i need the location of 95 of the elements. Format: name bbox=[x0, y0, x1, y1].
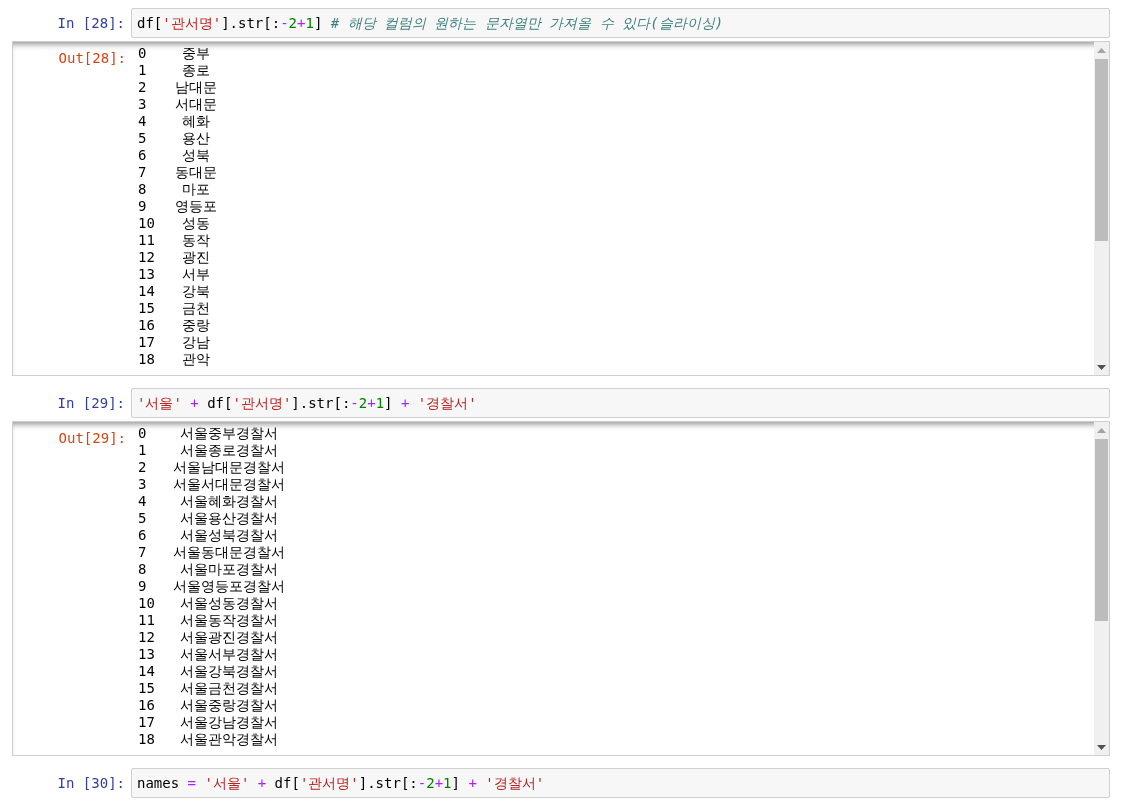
row-value: 서울광진경찰서 bbox=[179, 629, 279, 646]
row-value: 서울성동경찰서 bbox=[179, 595, 279, 612]
row-index: 17 bbox=[137, 334, 156, 351]
row-value: 중부 bbox=[181, 45, 211, 62]
code-line: df['관서명'].str[:-2+1] # 해당 컬럼의 원하는 문자열만 가져올 수 있다(슬라이싱) bbox=[137, 13, 724, 33]
input-prompt: In [28]: bbox=[57, 15, 125, 31]
output-prompt: Out[28]: bbox=[58, 50, 126, 66]
scroll-up-icon[interactable] bbox=[1097, 428, 1106, 433]
row-index: 14 bbox=[137, 663, 156, 680]
row-value: 서울혜화경찰서 bbox=[179, 493, 279, 510]
row-index: 8 bbox=[137, 561, 148, 578]
row-value: 동대문 bbox=[174, 164, 218, 181]
row-value: 서울영등포경찰서 bbox=[172, 578, 286, 595]
row-index: 11 bbox=[137, 612, 156, 629]
row-value: 강북 bbox=[181, 283, 211, 300]
row-index: 0 bbox=[137, 45, 148, 62]
row-index: 13 bbox=[137, 646, 156, 663]
row-value: 관악 bbox=[181, 351, 211, 368]
row-index: 6 bbox=[137, 147, 148, 164]
scrollbar-thumb[interactable] bbox=[1095, 439, 1108, 621]
row-index: 2 bbox=[137, 459, 148, 476]
code-line: names = '서울' + df['관서명'].str[:-2+1] + '경찰서' bbox=[137, 773, 545, 793]
row-value: 동작 bbox=[181, 232, 211, 249]
row-value: 서부 bbox=[181, 266, 211, 283]
row-index: 12 bbox=[137, 249, 156, 266]
scroll-down-icon[interactable] bbox=[1097, 365, 1106, 370]
row-index: 8 bbox=[137, 181, 148, 198]
row-value: 서울관악경찰서 bbox=[179, 731, 279, 748]
row-value: 서울강남경찰서 bbox=[179, 714, 279, 731]
row-value: 서울마포경찰서 bbox=[179, 561, 279, 578]
row-value: 광진 bbox=[181, 249, 211, 266]
row-value: 서울중부경찰서 bbox=[179, 425, 279, 442]
row-index: 11 bbox=[137, 232, 156, 249]
row-value: 서울강북경찰서 bbox=[179, 663, 279, 680]
row-index: 18 bbox=[137, 731, 156, 748]
row-value: 서울종로경찰서 bbox=[179, 442, 279, 459]
code-line: '서울' + df['관서명'].str[:-2+1] + '경찰서' bbox=[137, 393, 477, 413]
row-value: 용산 bbox=[181, 130, 211, 147]
row-value: 서대문 bbox=[174, 96, 218, 113]
scrollbar[interactable] bbox=[1094, 422, 1109, 755]
row-index: 9 bbox=[137, 578, 148, 595]
code-cell[interactable]: names = '서울' + df['관서명'].str[:-2+1] + '경찰서' bbox=[131, 768, 1110, 798]
row-value: 남대문 bbox=[174, 79, 218, 96]
row-value: 영등포 bbox=[174, 198, 218, 215]
row-index: 16 bbox=[137, 697, 156, 714]
row-index: 17 bbox=[137, 714, 156, 731]
code-cell[interactable]: '서울' + df['관서명'].str[:-2+1] + '경찰서' bbox=[131, 388, 1110, 418]
output-prompt: Out[29]: bbox=[58, 430, 126, 446]
row-index: 5 bbox=[137, 510, 148, 527]
row-index: 0 bbox=[137, 425, 148, 442]
row-index: 10 bbox=[137, 595, 156, 612]
row-index: 5 bbox=[137, 130, 148, 147]
row-index: 7 bbox=[137, 544, 148, 561]
row-index: 4 bbox=[137, 113, 148, 130]
scroll-up-icon[interactable] bbox=[1097, 48, 1106, 53]
row-value: 강남 bbox=[181, 334, 211, 351]
row-value: 서울남대문경찰서 bbox=[172, 459, 286, 476]
scrollbar-thumb[interactable] bbox=[1095, 59, 1108, 241]
row-value: 서울성북경찰서 bbox=[179, 527, 279, 544]
row-value: 서울동대문경찰서 bbox=[172, 544, 286, 561]
row-value: 성북 bbox=[181, 147, 211, 164]
input-prompt: In [29]: bbox=[57, 395, 125, 411]
row-index: 1 bbox=[137, 62, 148, 79]
row-index: 3 bbox=[137, 96, 148, 113]
row-value: 서울동작경찰서 bbox=[179, 612, 279, 629]
row-index: 9 bbox=[137, 198, 148, 215]
code-cell[interactable]: df['관서명'].str[:-2+1] # 해당 컬럼의 원하는 문자열만 가져올 수 있다(슬라이싱) bbox=[131, 8, 1110, 38]
row-index: 6 bbox=[137, 527, 148, 544]
row-value: 서울용산경찰서 bbox=[179, 510, 279, 527]
row-value: 혜화 bbox=[181, 113, 211, 130]
input-prompt: In [30]: bbox=[57, 775, 125, 791]
row-value: 종로 bbox=[181, 62, 211, 79]
row-value: 서울금천경찰서 bbox=[179, 680, 279, 697]
row-index: 1 bbox=[137, 442, 148, 459]
row-index: 14 bbox=[137, 283, 156, 300]
row-value: 금천 bbox=[181, 300, 211, 317]
row-index: 3 bbox=[137, 476, 148, 493]
row-value: 서울서대문경찰서 bbox=[172, 476, 286, 493]
row-value: 중랑 bbox=[181, 317, 211, 334]
row-index: 13 bbox=[137, 266, 156, 283]
row-value: 서울중랑경찰서 bbox=[179, 697, 279, 714]
row-index: 18 bbox=[137, 351, 156, 368]
row-index: 15 bbox=[137, 680, 156, 697]
row-value: 서울서부경찰서 bbox=[179, 646, 279, 663]
row-index: 2 bbox=[137, 79, 148, 96]
row-index: 15 bbox=[137, 300, 156, 317]
row-index: 4 bbox=[137, 493, 148, 510]
row-index: 10 bbox=[137, 215, 156, 232]
row-value: 마포 bbox=[181, 181, 211, 198]
row-index: 16 bbox=[137, 317, 156, 334]
scrollbar[interactable] bbox=[1094, 42, 1109, 375]
row-index: 7 bbox=[137, 164, 148, 181]
scroll-down-icon[interactable] bbox=[1097, 745, 1106, 750]
row-value: 성동 bbox=[181, 215, 211, 232]
row-index: 12 bbox=[137, 629, 156, 646]
